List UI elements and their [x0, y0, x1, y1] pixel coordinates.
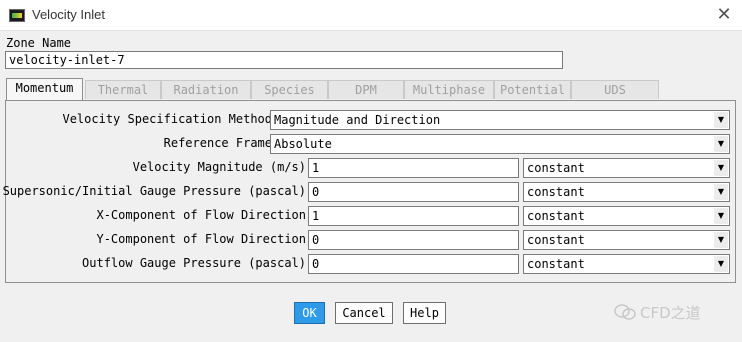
reference-frame-dropdown[interactable]: Absolute ▼	[270, 134, 730, 154]
momentum-panel: Velocity Specification Method Magnitude …	[2, 100, 736, 283]
tab-uds[interactable]: UDS	[571, 80, 659, 99]
gauge-pressure-profile-dropdown[interactable]: constant ▼	[523, 182, 730, 202]
x-direction-profile-value: constant	[527, 209, 585, 223]
zone-name-field[interactable]: velocity-inlet-7	[5, 51, 563, 69]
chevron-down-icon: ▼	[714, 208, 728, 224]
x-direction-field[interactable]: 1	[308, 206, 519, 226]
gauge-pressure-label: Supersonic/Initial Gauge Pressure (pasca…	[2, 184, 306, 198]
outflow-pressure-field[interactable]: 0	[308, 254, 519, 274]
tab-potential[interactable]: Potential	[494, 80, 571, 99]
window-title: Velocity Inlet	[32, 7, 105, 22]
chevron-down-icon: ▼	[714, 256, 728, 272]
outflow-pressure-label: Outflow Gauge Pressure (pascal)	[82, 256, 306, 270]
tab-radiation[interactable]: Radiation	[161, 80, 251, 99]
velocity-magnitude-label: Velocity Magnitude (m/s)	[132, 160, 306, 174]
velocity-magnitude-profile-dropdown[interactable]: constant ▼	[523, 158, 730, 178]
y-direction-profile-dropdown[interactable]: constant ▼	[523, 230, 730, 250]
outflow-pressure-profile-dropdown[interactable]: constant ▼	[523, 254, 730, 274]
gauge-pressure-profile-value: constant	[527, 185, 585, 199]
velocity-spec-method-label: Velocity Specification Method	[62, 112, 272, 126]
y-direction-label: Y-Component of Flow Direction	[96, 232, 306, 246]
tab-dpm[interactable]: DPM	[328, 80, 404, 99]
chevron-down-icon: ▼	[714, 184, 728, 200]
tab-multiphase[interactable]: Multiphase	[404, 80, 494, 99]
chevron-down-icon: ▼	[714, 136, 728, 152]
close-icon[interactable]: ✕	[714, 5, 734, 25]
watermark-text: CFD之道	[640, 304, 701, 322]
wechat-icon	[614, 304, 636, 320]
velocity-spec-method-dropdown[interactable]: Magnitude and Direction ▼	[270, 110, 730, 130]
y-direction-field[interactable]: 0	[308, 230, 519, 250]
reference-frame-value: Absolute	[274, 137, 332, 151]
title-bar: Velocity Inlet ✕	[0, 0, 742, 31]
tab-thermal[interactable]: Thermal	[85, 80, 161, 99]
velocity-magnitude-profile-value: constant	[527, 161, 585, 175]
chevron-down-icon: ▼	[714, 160, 728, 176]
app-icon	[9, 9, 25, 22]
zone-name-label: Zone Name	[6, 36, 72, 50]
tab-species[interactable]: Species	[251, 80, 328, 99]
chevron-down-icon: ▼	[714, 232, 728, 248]
velocity-spec-method-value: Magnitude and Direction	[274, 113, 441, 127]
gauge-pressure-field[interactable]: 0	[308, 182, 519, 202]
x-direction-label: X-Component of Flow Direction	[96, 208, 306, 222]
cancel-button[interactable]: Cancel	[335, 302, 393, 324]
outflow-pressure-profile-value: constant	[527, 257, 585, 271]
y-direction-profile-value: constant	[527, 233, 585, 247]
reference-frame-label: Reference Frame	[163, 136, 272, 150]
velocity-magnitude-field[interactable]: 1	[308, 158, 519, 178]
x-direction-profile-dropdown[interactable]: constant ▼	[523, 206, 730, 226]
chevron-down-icon: ▼	[714, 112, 728, 128]
help-button[interactable]: Help	[403, 302, 446, 324]
ok-button[interactable]: OK	[294, 302, 325, 324]
tab-momentum[interactable]: Momentum	[6, 78, 83, 100]
